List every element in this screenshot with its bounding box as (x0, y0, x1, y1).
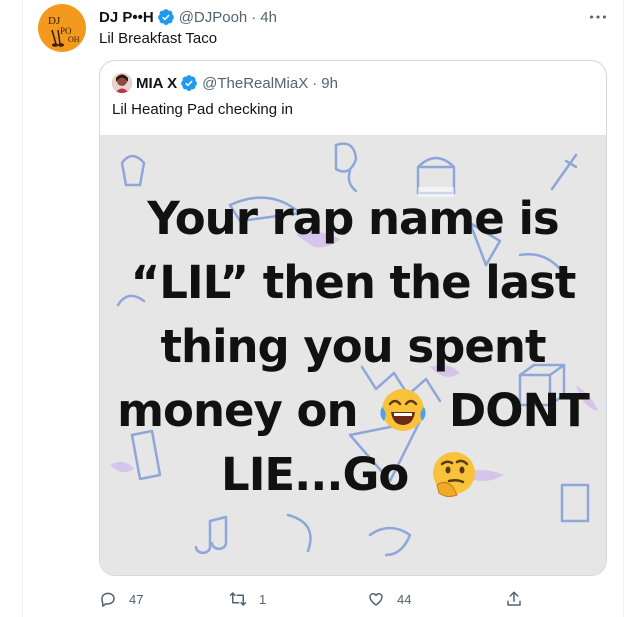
retweet-icon (229, 592, 247, 606)
retweet-button[interactable]: 1 (229, 588, 266, 610)
meme-line-3: thing you spent (160, 320, 547, 373)
avatar[interactable]: DJ PO OH (38, 4, 86, 52)
meme-image[interactable]: Your rap name is “LIL” then the last thi… (100, 135, 606, 575)
tweet-text: Lil Breakfast Taco (99, 30, 218, 47)
verified-badge-icon (157, 9, 174, 25)
quoted-verified-badge-icon (181, 75, 197, 91)
author-handle[interactable]: @DJPooh (179, 9, 248, 26)
meme-line-4: money on DONT (100, 379, 606, 443)
quoted-tweet[interactable]: MIA X @TheRealMiaX · 9h Lil Heating Pad … (99, 60, 607, 576)
quoted-author-name: MIA X (136, 74, 178, 92)
reply-count: 47 (129, 591, 144, 607)
meme-line-1: Your rap name is (147, 192, 559, 245)
heart-icon (369, 593, 383, 606)
action-bar: 47 1 44 (99, 588, 619, 612)
quoted-avatar-portrait-icon (112, 73, 132, 93)
separator-dot: · (251, 8, 257, 26)
thinking-emoji-icon (432, 452, 475, 498)
reply-icon (101, 592, 115, 607)
left-column (0, 0, 23, 617)
meme-line-2: “LIL” then the last (130, 256, 577, 309)
svg-text:DJ: DJ (48, 15, 61, 27)
share-button[interactable] (505, 588, 535, 610)
author-name[interactable]: DJ P••H (99, 9, 154, 26)
like-button[interactable]: 44 (367, 588, 411, 610)
tweet[interactable]: DJ PO OH DJ P••H @DJPooh · 4h Lil Breakf… (23, 0, 623, 617)
tweet-header: DJ P••H @DJPooh · 4h (99, 7, 277, 27)
meme-line-5-text: LIE...Go (221, 448, 409, 501)
meme-caption: Your rap name is “LIL” then the last thi… (100, 187, 606, 507)
avatar-logo-icon: DJ PO OH (48, 15, 80, 47)
more-options-icon[interactable] (587, 6, 609, 28)
like-count: 44 (397, 591, 412, 607)
quoted-author-handle: @TheRealMiaX (202, 74, 309, 92)
quoted-tweet-text: Lil Heating Pad checking in (112, 101, 293, 118)
svg-text:OH: OH (68, 35, 80, 44)
quoted-separator-dot: · (312, 74, 318, 92)
retweet-count: 1 (259, 591, 267, 607)
meme-line-4-start: money on (117, 384, 358, 437)
right-column (623, 0, 638, 617)
quoted-tweet-header: MIA X @TheRealMiaX · 9h (112, 73, 338, 93)
meme-line-5: LIE...Go (100, 443, 606, 507)
timestamp[interactable]: 4h (260, 9, 277, 26)
reply-button[interactable]: 47 (99, 588, 143, 610)
meme-line-4-end: DONT (448, 384, 590, 437)
laughing-crying-emoji-icon (380, 389, 426, 431)
quoted-timestamp: 9h (321, 74, 338, 92)
quoted-avatar (112, 73, 132, 93)
share-icon (507, 591, 521, 606)
